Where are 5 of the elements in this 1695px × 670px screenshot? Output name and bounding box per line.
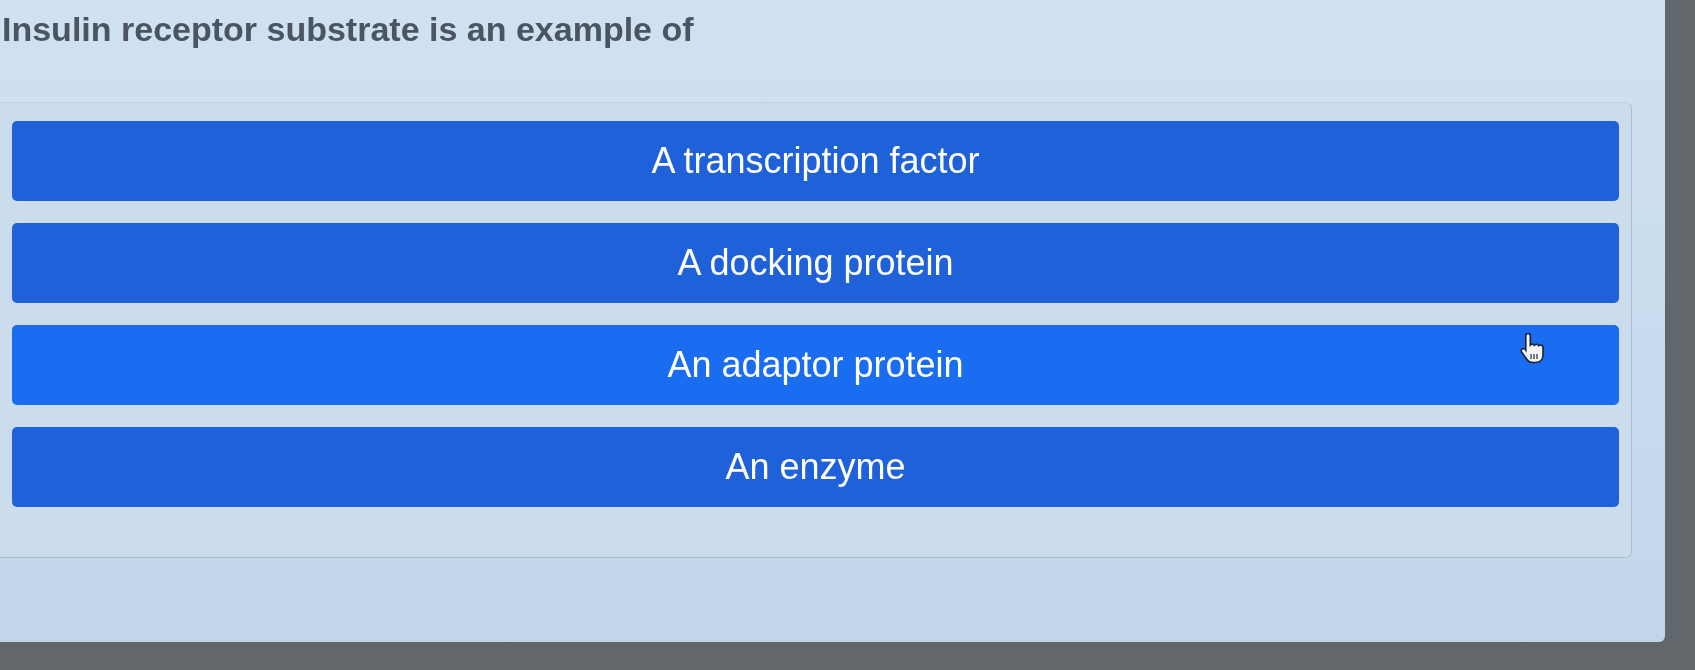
answer-option[interactable]: An adaptor protein [12, 325, 1619, 405]
answer-option[interactable]: A docking protein [12, 223, 1619, 303]
question-text: Insulin receptor substrate is an example of [2, 9, 694, 50]
answer-option[interactable]: An enzyme [12, 427, 1619, 507]
answer-option[interactable]: A transcription factor [12, 121, 1619, 201]
